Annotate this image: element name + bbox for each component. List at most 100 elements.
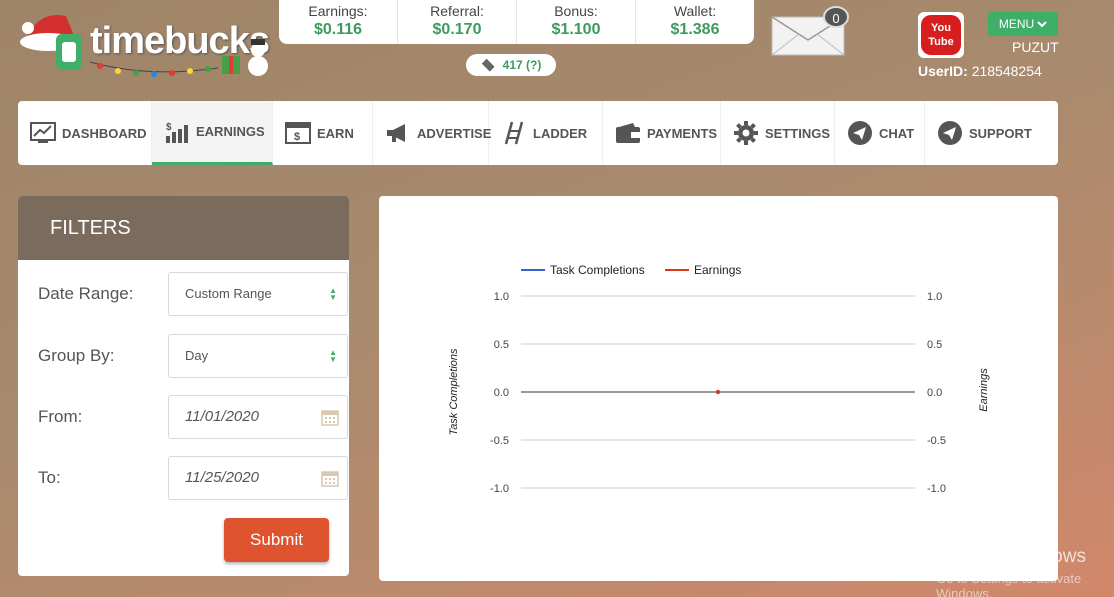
wallet-icon (615, 120, 641, 146)
filters-title: FILTERS (18, 196, 349, 260)
stat-wallet: Wallet: $1.386 (636, 0, 754, 44)
stat-value: $0.116 (313, 21, 363, 38)
date-range-select[interactable]: Custom Range ▲ ▼ (168, 272, 348, 316)
y-tick-left: -0.5 (490, 435, 509, 447)
from-row: From: 11/01/2020 (38, 395, 348, 439)
legend-label: Task Completions (550, 263, 645, 277)
from-label: From: (38, 407, 83, 426)
y-tick-left: -1.0 (490, 483, 509, 495)
nav-label: SETTINGS (765, 125, 831, 141)
user-id-label: UserID: (918, 63, 968, 79)
filters-panel: FILTERS Date Range: Custom Range ▲ ▼ Grou… (18, 196, 349, 576)
nav-label: EARNINGS (196, 124, 265, 139)
nav-label: LADDER (533, 125, 588, 141)
activate-windows-watermark: Activate Windows (936, 546, 1086, 567)
y-tick-right: 0.0 (927, 387, 942, 399)
youtube-icon: You Tube (921, 15, 961, 55)
mail-count-badge: 0 (823, 6, 849, 28)
nav-earn[interactable]: $ EARN (273, 101, 373, 165)
stat-label: Wallet: (673, 3, 717, 19)
group-by-value: Day (185, 348, 209, 363)
stat-earnings: Earnings: $0.116 (279, 0, 398, 44)
ladder-icon (501, 120, 527, 146)
y-tick-right: -0.5 (927, 435, 946, 447)
ticket-icon (481, 58, 495, 72)
earnings-chart: 1.0 1.0 0.5 0.5 0.0 0.0 -0.5 -0.5 -1.0 -1.0 Task C… (448, 263, 990, 495)
from-date-value: 11/01/2020 (185, 408, 259, 425)
paper-plane-icon (847, 120, 873, 146)
tickets-badge[interactable]: 417 (?) (466, 54, 556, 76)
main-nav: DASHBOARD $ EARNINGS $ EARN ADVERTISE LA… (18, 101, 1058, 165)
dashboard-icon (30, 120, 56, 146)
nav-label: SUPPORT (969, 125, 1032, 141)
chevron-down-icon (1037, 21, 1047, 28)
stat-bonus: Bonus: $1.100 (517, 0, 636, 44)
nav-dashboard[interactable]: DASHBOARD (18, 101, 152, 165)
calendar-icon (321, 410, 339, 426)
activate-windows-subtext: Go to Settings to activate Windows. (936, 571, 1082, 597)
nav-label: EARN (317, 125, 354, 141)
stat-label: Bonus: (554, 3, 598, 19)
date-range-label: Date Range: (38, 284, 134, 303)
select-arrows-icon: ▲ ▼ (329, 286, 337, 302)
nav-label: PAYMENTS (647, 125, 718, 141)
nav-payments[interactable]: PAYMENTS (603, 101, 721, 165)
megaphone-icon (385, 120, 411, 146)
nav-label: CHAT (879, 125, 915, 141)
to-date-value: 11/25/2020 (185, 469, 259, 486)
nav-chat[interactable]: CHAT (835, 101, 925, 165)
balance-stats-panel: Earnings: $0.116 Referral: $0.170 Bonus:… (279, 0, 754, 44)
to-label: To: (38, 468, 61, 487)
nav-ladder[interactable]: LADDER (489, 101, 603, 165)
christmas-lights-icon (89, 39, 268, 77)
earnings-icon: $ (164, 119, 190, 145)
nav-settings[interactable]: SETTINGS (721, 101, 835, 165)
y-tick-right: -1.0 (927, 483, 946, 495)
menu-label: MENU (998, 17, 1035, 31)
gear-icon (733, 120, 759, 146)
user-id-value: 218548254 (971, 63, 1042, 79)
nav-label: ADVERTISE (417, 125, 492, 141)
paper-plane-icon (937, 120, 963, 146)
earn-icon: $ (285, 120, 311, 146)
to-date-input[interactable]: 11/25/2020 (168, 456, 348, 500)
nav-advertise[interactable]: ADVERTISE (373, 101, 492, 165)
y-tick-left: 0.0 (494, 387, 509, 399)
username: PUZUT (1012, 39, 1059, 55)
date-range-value: Custom Range (185, 286, 272, 301)
youtube-link[interactable]: You Tube (918, 12, 964, 58)
group-by-select[interactable]: Day ▲ ▼ (168, 334, 348, 378)
y-tick-left: 1.0 (494, 291, 509, 303)
to-row: To: 11/25/2020 (38, 456, 348, 500)
y-axis-left-title: Task Completions (448, 348, 460, 436)
y-tick-right: 1.0 (927, 291, 942, 303)
nav-label: DASHBOARD (62, 125, 147, 141)
tickets-count: 417 (?) (502, 58, 542, 72)
menu-button[interactable]: MENU (988, 12, 1058, 36)
date-range-row: Date Range: Custom Range ▲ ▼ (38, 272, 348, 316)
user-id: UserID: 218548254 (918, 63, 1042, 79)
youtube-text-bottom: Tube (928, 36, 954, 48)
stat-label: Referral: (430, 3, 484, 19)
svg-text:$: $ (166, 122, 172, 133)
y-tick-left: 0.5 (494, 339, 509, 351)
y-tick-right: 0.5 (927, 339, 942, 351)
submit-button[interactable]: Submit (224, 518, 329, 562)
stat-value: $0.170 (432, 21, 482, 38)
nav-earnings[interactable]: $ EARNINGS (152, 101, 273, 165)
stat-label: Earnings: (308, 3, 368, 19)
legend-label: Earnings (694, 263, 741, 277)
group-by-label: Group By: (38, 346, 115, 365)
stat-value: $1.100 (551, 21, 601, 38)
y-axis-right-title: Earnings (978, 368, 990, 412)
select-arrows-icon: ▲ ▼ (329, 348, 337, 364)
youtube-text-top: You (931, 22, 951, 34)
timebucks-logo[interactable]: timebucks (18, 6, 270, 80)
from-date-input[interactable]: 11/01/2020 (168, 395, 348, 439)
data-point (716, 390, 720, 394)
group-by-row: Group By: Day ▲ ▼ (38, 334, 348, 378)
earnings-chart-panel: 1.0 1.0 0.5 0.5 0.0 0.0 -0.5 -0.5 -1.0 -1.0 Task C… (379, 196, 1058, 581)
nav-support[interactable]: SUPPORT (925, 101, 1035, 165)
svg-text:$: $ (294, 131, 300, 143)
stat-value: $1.386 (670, 21, 720, 38)
